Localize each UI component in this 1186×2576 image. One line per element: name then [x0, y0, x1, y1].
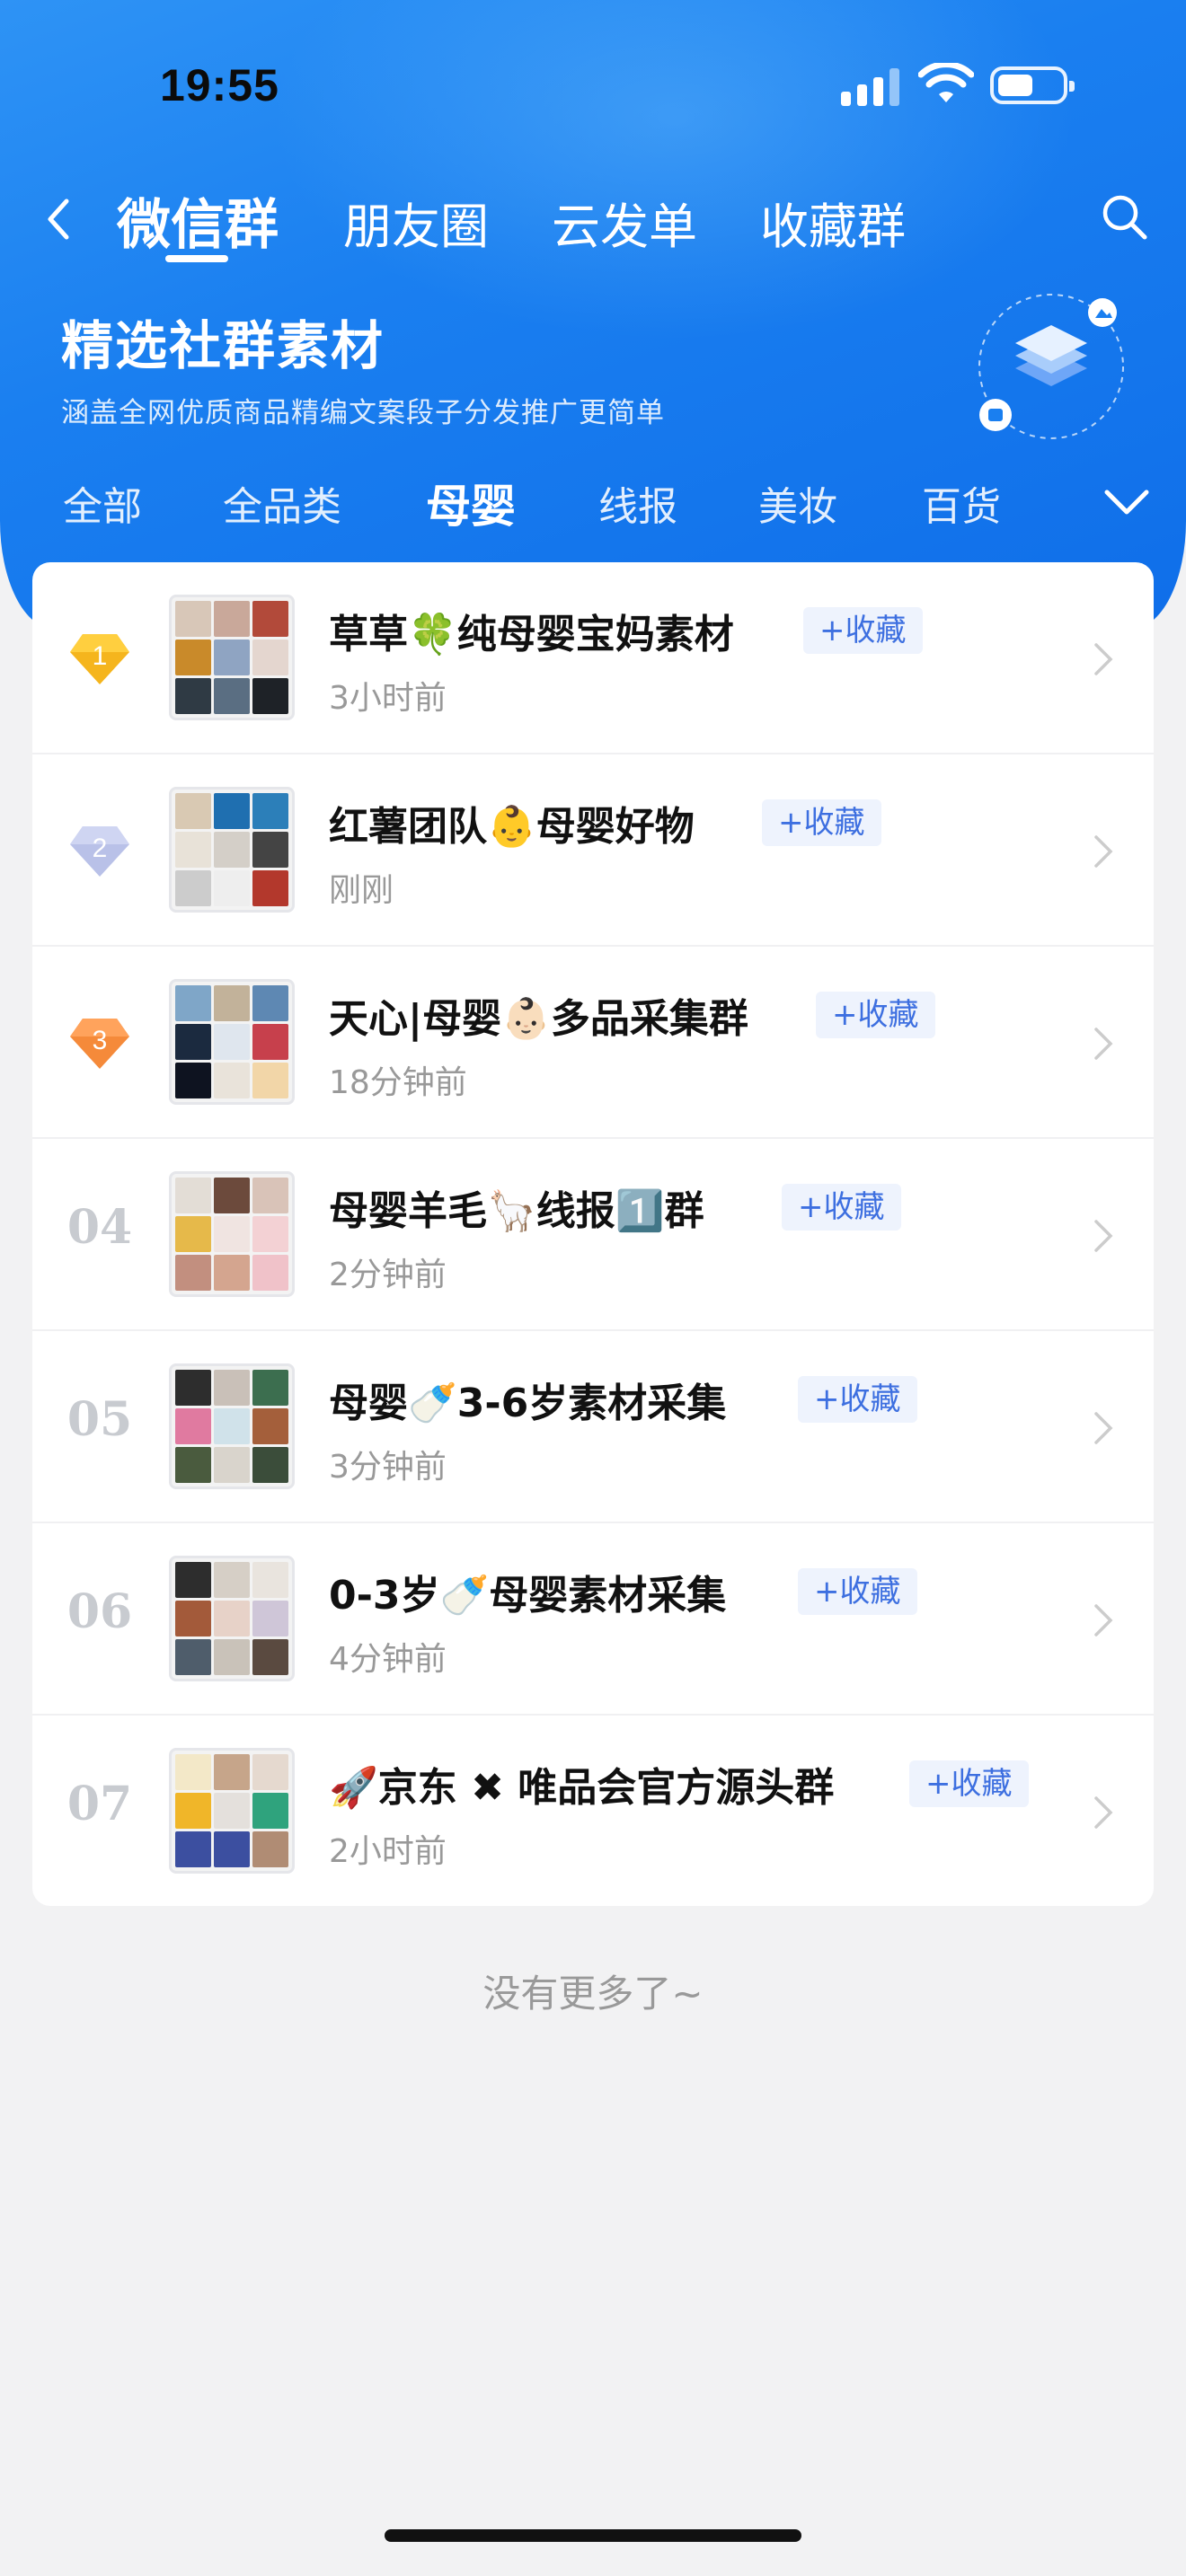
rank-gold-badge-icon: 1: [70, 634, 129, 684]
active-tab-indicator: [165, 255, 228, 262]
rank-number: 1: [93, 641, 108, 671]
cellular-signal-icon: [841, 66, 900, 106]
group-avatar: [169, 1363, 295, 1489]
group-name: 🚀京东 ✖ 唯品会官方源头群: [329, 1765, 835, 1811]
category-mother-baby[interactable]: 母婴: [426, 471, 516, 535]
group-avatar: [169, 787, 295, 913]
update-time: 3小时前: [329, 680, 447, 717]
status-time: 19:55: [160, 60, 279, 110]
group-name: 母婴🍼3-6岁素材采集: [329, 1381, 727, 1426]
list-item[interactable]: 04 母婴羊毛🦙线报1️⃣群 +收藏 2分钟前: [32, 1139, 1154, 1331]
rank-number: 04: [66, 1200, 133, 1255]
no-more-text: 没有更多了~: [482, 1972, 704, 2016]
update-time: 2小时前: [329, 1833, 447, 1870]
list-item[interactable]: 07 🚀京东 ✖ 唯品会官方源头群 +收藏 2小时前: [32, 1716, 1154, 1906]
category-beauty[interactable]: 美妆: [758, 474, 837, 532]
group-avatar: [169, 1748, 295, 1874]
back-arrow-icon[interactable]: [41, 192, 77, 246]
add-favorite-button[interactable]: +收藏: [803, 607, 923, 654]
chevron-right-icon: [1094, 1412, 1113, 1444]
battery-icon: [990, 66, 1075, 104]
group-avatar: [169, 595, 295, 720]
banner-title: 精选社群素材: [61, 315, 385, 376]
group-avatar: [169, 979, 295, 1105]
add-favorite-button[interactable]: +收藏: [798, 1376, 917, 1423]
search-icon[interactable]: [1098, 190, 1152, 244]
category-deal-alerts[interactable]: 线报: [598, 474, 677, 532]
add-favorite-button[interactable]: +收藏: [782, 1184, 901, 1231]
chevron-right-icon: [1094, 1220, 1113, 1252]
rank-number: 06: [66, 1584, 133, 1639]
list-item[interactable]: 06 0-3岁🍼母婴素材采集 +收藏 4分钟前: [32, 1523, 1154, 1716]
rank-number: 05: [66, 1392, 133, 1447]
category-tab-bar: 全部 全品类 母婴 线报 美妆 百货: [0, 467, 1186, 539]
update-time: 刚刚: [329, 872, 394, 909]
update-time: 4分钟前: [329, 1641, 447, 1678]
tab-favorite-groups[interactable]: 收藏群: [760, 187, 906, 258]
rank-silver-badge-icon: 2: [70, 826, 129, 877]
chevron-right-icon: [1094, 643, 1113, 675]
update-time: 18分钟前: [329, 1064, 467, 1101]
rank-number: 2: [93, 834, 108, 863]
category-all-products[interactable]: 全品类: [223, 474, 341, 532]
group-avatar: [169, 1171, 295, 1297]
group-name: 0-3岁🍼母婴素材采集: [329, 1573, 727, 1619]
layers-illustration-icon: [978, 294, 1124, 439]
group-name: 红薯团队👶母婴好物: [329, 804, 695, 850]
group-name: 草草🍀纯母婴宝妈素材: [329, 612, 734, 657]
group-avatar: [169, 1556, 295, 1681]
add-favorite-button[interactable]: +收藏: [909, 1760, 1029, 1807]
add-favorite-button[interactable]: +收藏: [816, 992, 935, 1038]
tab-wechat-groups[interactable]: 微信群: [117, 181, 279, 260]
home-indicator[interactable]: [385, 2529, 801, 2542]
update-time: 2分钟前: [329, 1257, 447, 1293]
list-item[interactable]: 05 母婴🍼3-6岁素材采集 +收藏 3分钟前: [32, 1331, 1154, 1523]
category-general-merchandise[interactable]: 百货: [922, 474, 1001, 532]
rank-bronze-badge-icon: 3: [70, 1019, 129, 1069]
chevron-right-icon: [1094, 835, 1113, 868]
list-item[interactable]: 2 红薯团队👶母婴好物 +收藏 刚刚: [32, 754, 1154, 947]
chevron-right-icon: [1094, 1604, 1113, 1636]
rank-number: 3: [93, 1026, 108, 1055]
banner-subtitle: 涵盖全网优质商品精编文案段子分发推广更简单: [61, 397, 665, 429]
rank-number: 07: [66, 1777, 133, 1831]
chevron-right-icon: [1094, 1028, 1113, 1060]
tab-cloud-orders[interactable]: 云发单: [552, 187, 697, 258]
add-favorite-button[interactable]: +收藏: [798, 1568, 917, 1615]
header-hero: 19:55 微信群 朋友圈 云发单 收藏群 精选社群素材 涵盖全网优质商品精编文…: [0, 0, 1186, 629]
chevron-down-icon[interactable]: [1103, 487, 1150, 517]
wifi-icon: [918, 63, 974, 102]
list-item[interactable]: 3 天心|母婴👶🏻多品采集群 +收藏 18分钟前: [32, 947, 1154, 1139]
group-name: 天心|母婴👶🏻多品采集群: [329, 996, 748, 1042]
chevron-right-icon: [1094, 1796, 1113, 1829]
tab-moments[interactable]: 朋友圈: [343, 187, 489, 258]
list-item[interactable]: 1 草草🍀纯母婴宝妈素材 +收藏 3小时前: [32, 562, 1154, 754]
status-bar: 19:55: [0, 0, 1186, 171]
top-tab-bar: 微信群 朋友圈 云发单 收藏群: [0, 171, 1186, 269]
add-favorite-button[interactable]: +收藏: [762, 799, 881, 846]
group-name: 母婴羊毛🦙线报1️⃣群: [329, 1188, 704, 1234]
group-list: 1 草草🍀纯母婴宝妈素材 +收藏 3小时前 2 红薯团队👶母婴好物 +收藏 刚刚: [32, 562, 1154, 1906]
update-time: 3分钟前: [329, 1449, 447, 1486]
category-all[interactable]: 全部: [63, 474, 142, 532]
